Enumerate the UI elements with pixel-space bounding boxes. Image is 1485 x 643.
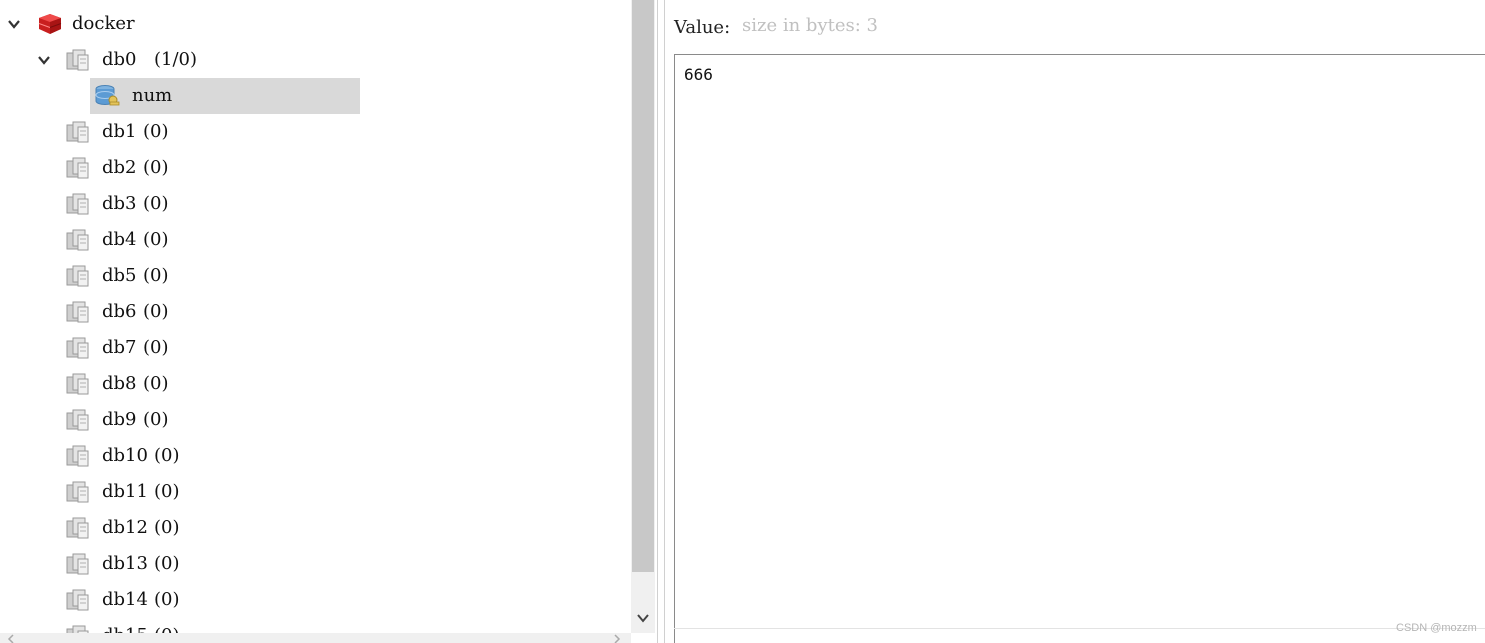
- panel-splitter[interactable]: [657, 0, 658, 643]
- database-icon: [66, 337, 89, 359]
- scrollbar-thumb[interactable]: [632, 0, 654, 572]
- watermark: CSDN @mozzm: [1396, 622, 1477, 634]
- db0-name[interactable]: db0: [102, 42, 137, 78]
- value-label: Value:: [674, 17, 731, 38]
- redis-server-icon: [38, 14, 62, 34]
- db-count: (0): [154, 481, 180, 502]
- tree-horizontal-scrollbar[interactable]: [0, 633, 631, 643]
- db-name[interactable]: db15: [102, 618, 148, 633]
- db-name[interactable]: db2: [102, 150, 137, 186]
- db-name[interactable]: db6: [102, 294, 137, 330]
- db-count: (0): [143, 229, 169, 250]
- scroll-left-arrow-icon[interactable]: [6, 634, 16, 643]
- db-name[interactable]: db3: [102, 186, 137, 222]
- connection-tree: docker db0 (1/0) num db1 (0) db2 (0) db3…: [0, 0, 631, 633]
- db-count: (0): [143, 265, 169, 286]
- db-count: (0): [143, 121, 169, 142]
- database-icon: [66, 373, 89, 395]
- database-icon: [66, 625, 89, 633]
- key-icon: [95, 85, 120, 106]
- db-count: (0): [143, 373, 169, 394]
- db-count: (0): [143, 193, 169, 214]
- value-editor[interactable]: [674, 54, 1485, 643]
- db-name[interactable]: db14: [102, 582, 148, 618]
- database-icon: [66, 157, 89, 179]
- db-count: (0): [143, 301, 169, 322]
- database-icon: [66, 481, 89, 503]
- chevron-down-icon[interactable]: [37, 53, 51, 67]
- db-name[interactable]: db9: [102, 402, 137, 438]
- database-icon: [66, 193, 89, 215]
- scroll-right-arrow-icon[interactable]: [612, 634, 622, 643]
- database-icon: [66, 121, 89, 143]
- database-icon: [66, 445, 89, 467]
- db-name[interactable]: db10: [102, 438, 148, 474]
- database-icon: [66, 553, 89, 575]
- database-icon: [66, 49, 89, 71]
- db-count: (0): [143, 337, 169, 358]
- database-icon: [66, 589, 89, 611]
- db-name[interactable]: db11: [102, 474, 148, 510]
- db-name[interactable]: db8: [102, 366, 137, 402]
- db-name[interactable]: db12: [102, 510, 148, 546]
- database-icon: [66, 517, 89, 539]
- db-count: (0): [154, 517, 180, 538]
- db-name[interactable]: db5: [102, 258, 137, 294]
- panel-splitter-edge: [664, 0, 665, 643]
- value-content[interactable]: 666: [684, 62, 713, 88]
- database-icon: [66, 229, 89, 251]
- db-count: (0): [154, 589, 180, 610]
- db-name[interactable]: db7: [102, 330, 137, 366]
- scroll-down-arrow-icon[interactable]: [634, 608, 652, 628]
- db-count: (0): [154, 553, 180, 574]
- server-label[interactable]: docker: [72, 6, 135, 42]
- value-editor-bottom-border: [674, 628, 1485, 629]
- database-icon: [66, 409, 89, 431]
- db-name[interactable]: db1: [102, 114, 137, 150]
- database-icon: [66, 301, 89, 323]
- db-name[interactable]: db4: [102, 222, 137, 258]
- value-size-hint: size in bytes: 3: [742, 15, 878, 36]
- db0-count: (1/0): [154, 49, 198, 70]
- db-count: (0): [154, 618, 180, 633]
- database-icon: [66, 265, 89, 287]
- db-count: (0): [143, 409, 169, 430]
- db-count: (0): [143, 157, 169, 178]
- db-count: (0): [154, 445, 180, 466]
- chevron-down-icon[interactable]: [7, 17, 21, 31]
- db-name[interactable]: db13: [102, 546, 148, 582]
- key-label[interactable]: num: [132, 78, 172, 114]
- tree-item-selected[interactable]: [90, 78, 360, 114]
